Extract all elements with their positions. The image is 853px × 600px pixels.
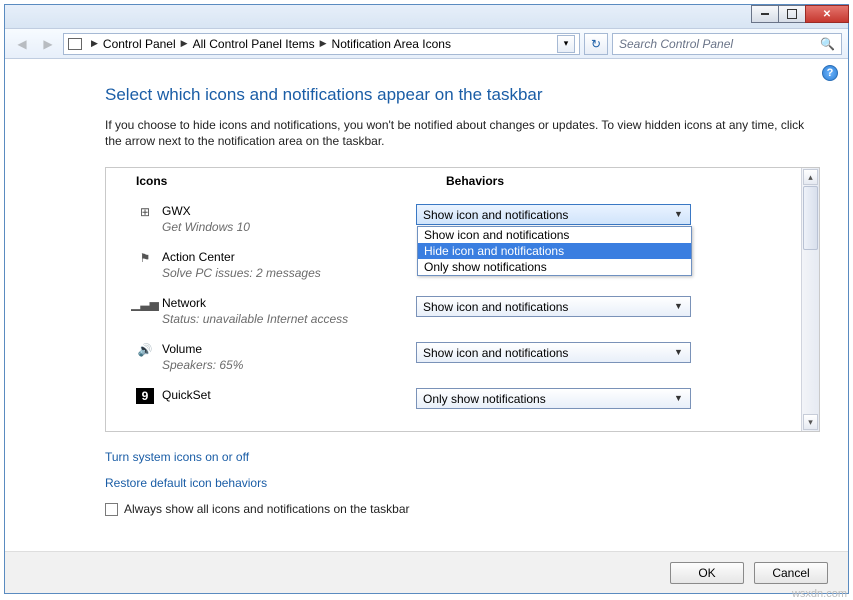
- search-placeholder: Search Control Panel: [619, 37, 733, 51]
- titlebar: ✕: [5, 5, 848, 29]
- breadcrumb-dropdown[interactable]: ▾: [557, 35, 575, 53]
- always-show-label: Always show all icons and notifications …: [124, 502, 410, 516]
- item-name: GWX: [162, 204, 250, 218]
- behavior-select[interactable]: Show icon and notifications▼: [416, 296, 691, 317]
- behavior-option[interactable]: Only show notifications: [418, 259, 691, 275]
- item-name: Network: [162, 296, 348, 310]
- scroll-thumb[interactable]: [803, 186, 818, 250]
- always-show-checkbox[interactable]: [105, 503, 118, 516]
- speaker-icon: 🔊: [136, 342, 154, 358]
- page-title: Select which icons and notifications app…: [105, 85, 820, 105]
- watermark: wsxdn.com: [792, 588, 847, 600]
- behavior-option[interactable]: Hide icon and notifications: [418, 243, 691, 259]
- bars-icon: ▁▃▅: [136, 296, 154, 312]
- behavior-select[interactable]: Only show notifications▼: [416, 388, 691, 409]
- crumb-2[interactable]: Notification Area Icons: [332, 37, 451, 51]
- item-subtitle: Get Windows 10: [162, 220, 250, 234]
- list-item: 🔊 Volume Speakers: 65% Show icon and notifi…: [136, 334, 795, 380]
- link-system-icons[interactable]: Turn system icons on or off: [105, 450, 820, 464]
- crumb-0[interactable]: Control Panel: [103, 37, 176, 51]
- address-bar: ◀ ▶ ▶Control Panel ▶All Control Panel It…: [5, 29, 848, 59]
- refresh-button[interactable]: ↻: [584, 33, 608, 55]
- control-panel-icon: [68, 38, 82, 50]
- minimize-button[interactable]: [751, 5, 779, 23]
- col-behaviors: Behaviors: [446, 174, 813, 188]
- close-button[interactable]: ✕: [805, 5, 849, 23]
- footer: OK Cancel: [5, 551, 848, 593]
- page-description: If you choose to hide icons and notifica…: [105, 117, 820, 149]
- behavior-select[interactable]: Show icon and notifications▼: [416, 204, 691, 225]
- item-subtitle: Solve PC issues: 2 messages: [162, 266, 321, 280]
- col-icons: Icons: [136, 174, 446, 188]
- behavior-select[interactable]: Show icon and notifications▼: [416, 342, 691, 363]
- link-restore-defaults[interactable]: Restore default icon behaviors: [105, 476, 820, 490]
- ok-button[interactable]: OK: [670, 562, 744, 584]
- item-subtitle: Status: unavailable Internet access: [162, 312, 348, 326]
- chevron-down-icon: ▼: [674, 347, 686, 359]
- maximize-button[interactable]: [778, 5, 806, 23]
- breadcrumb[interactable]: ▶Control Panel ▶All Control Panel Items …: [63, 33, 580, 55]
- cancel-button[interactable]: Cancel: [754, 562, 828, 584]
- scroll-up-button[interactable]: ▴: [803, 169, 818, 185]
- help-icon[interactable]: ?: [822, 65, 838, 81]
- back-button[interactable]: ◀: [11, 33, 33, 55]
- item-subtitle: Speakers: 65%: [162, 358, 243, 372]
- list-item: 9 QuickSet Only show notifications▼: [136, 380, 795, 417]
- scroll-down-button[interactable]: ▾: [803, 414, 818, 430]
- forward-button[interactable]: ▶: [37, 33, 59, 55]
- icons-list: Icons Behaviors ⊞ GWX Get Windows 10 Show i…: [105, 167, 820, 432]
- item-name: Action Center: [162, 250, 321, 264]
- chevron-down-icon: ▼: [674, 393, 686, 405]
- scrollbar[interactable]: ▴ ▾: [801, 168, 819, 431]
- item-name: QuickSet: [162, 388, 211, 402]
- search-icon[interactable]: 🔍: [820, 37, 835, 51]
- chevron-down-icon: ▼: [674, 301, 686, 313]
- flag-icon: ⚑: [136, 250, 154, 266]
- behavior-dropdown-list[interactable]: Show icon and notificationsHide icon and…: [417, 226, 692, 276]
- search-input[interactable]: Search Control Panel 🔍: [612, 33, 842, 55]
- chevron-down-icon: ▼: [674, 209, 686, 221]
- crumb-1[interactable]: All Control Panel Items: [193, 37, 315, 51]
- item-name: Volume: [162, 342, 243, 356]
- num9-icon: 9: [136, 388, 154, 404]
- list-item: ▁▃▅ Network Status: unavailable Internet a…: [136, 288, 795, 334]
- behavior-option[interactable]: Show icon and notifications: [418, 227, 691, 243]
- gwx-icon: ⊞: [136, 204, 154, 220]
